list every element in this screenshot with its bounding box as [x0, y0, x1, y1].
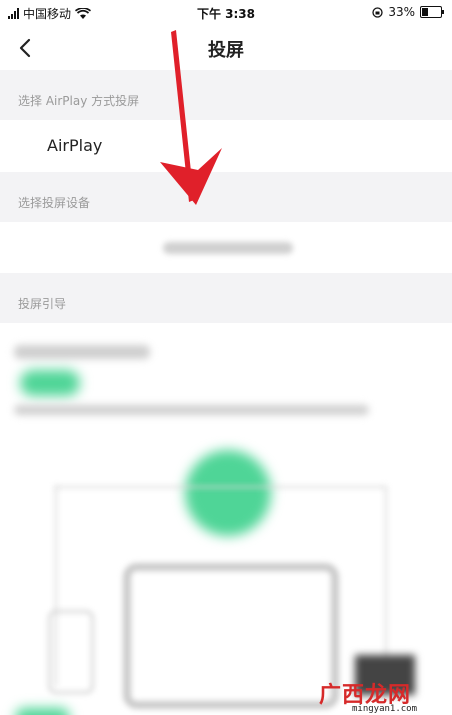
arrow-head — [160, 148, 222, 205]
red-arrow-annotation — [160, 30, 222, 205]
watermark-url: mingyan1.com — [352, 704, 418, 714]
